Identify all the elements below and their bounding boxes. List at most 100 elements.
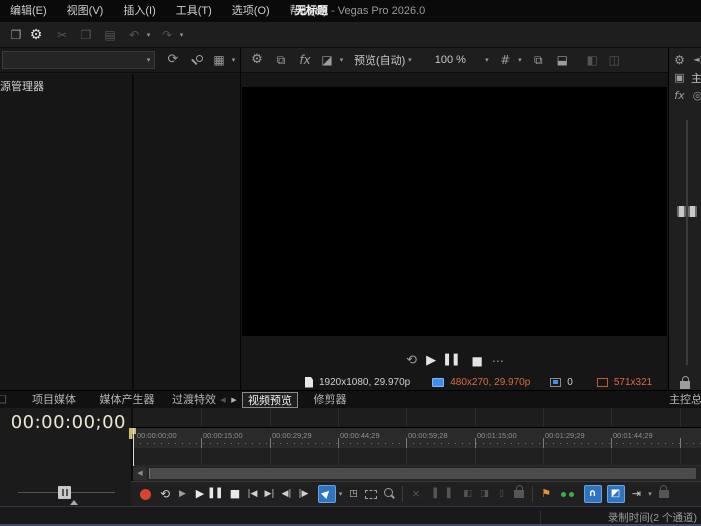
mixer-gear-icon[interactable]: ⚙ [673,52,686,68]
bus-plugin-icon[interactable]: ◎ [691,88,701,104]
multicam-icon[interactable]: ◫ [604,50,624,70]
record-button[interactable] [140,488,151,500]
preview-play-icon[interactable]: ▶ [426,353,436,369]
menu-view[interactable]: 视图(V) [57,0,114,22]
split-button[interactable]: ◧ [459,485,476,503]
marker-bar[interactable] [133,408,701,428]
insert-marker-button[interactable]: ⚑ [537,485,555,503]
event-lock-button[interactable] [514,485,524,503]
split-screen-icon[interactable]: ◪ [317,50,337,70]
scrollbar-thumb[interactable] [149,468,696,479]
play-from-start-button[interactable]: ▶ [174,485,191,503]
video-fx-icon[interactable]: fx [295,50,315,70]
tab-media-generators[interactable]: 媒体产生器 [92,392,162,408]
auto-ripple-dropdown-icon[interactable]: ▾ [646,490,655,498]
split-screen-dropdown-icon[interactable]: ▾ [337,56,346,64]
menu-options[interactable]: 选项(O) [222,0,280,22]
tab-scroll-right-icon[interactable]: ▶ [229,392,239,408]
cut-icon[interactable]: ✂ [52,25,72,45]
delete-button[interactable]: × [407,485,425,503]
stop-button[interactable]: ■ [226,485,244,503]
slide-button[interactable]: ▯ [493,485,510,503]
copy-snapshot-icon[interactable]: ⧉ [528,50,548,70]
loop-playback-icon[interactable]: ◧ [582,50,602,70]
zoom-dropdown-icon[interactable]: ▾ [482,56,491,64]
undo-dropdown-icon[interactable]: ▾ [144,31,153,39]
selection-tool-button[interactable] [365,489,377,499]
edit-cursor-line[interactable] [133,428,134,466]
slip-button[interactable]: ◨ [476,485,493,503]
bus-fx-icon[interactable]: fx [673,88,686,104]
tab-scroll-left-icon[interactable]: ◀ [218,392,228,408]
envelope-tool-button[interactable]: ◩ [606,485,625,503]
view-mode-dropdown-icon[interactable]: ▾ [229,56,238,64]
tree-item-resource-manager[interactable]: 资源管理器 [0,78,44,94]
goto-end-button[interactable]: ▶| [261,485,278,503]
new-window-icon[interactable]: ❐ [6,25,26,45]
view-mode-icon[interactable]: ▦ [209,50,229,70]
lock-icon [514,485,524,498]
edit-tool-dropdown-icon[interactable]: ▾ [336,490,345,498]
address-dropdown-icon[interactable]: ▾ [144,56,153,64]
prev-frame-button[interactable]: ◀| [278,485,295,503]
external-monitor-icon[interactable]: ⧉ [271,50,291,70]
preview-pause-icon[interactable]: ▌▌ [445,353,462,369]
explorer-splitter[interactable] [132,74,134,390]
video-display[interactable] [242,87,667,336]
timeline-area: 00:00:00;00 00:00:00;00 00:00:15;00 00:0… [0,408,701,506]
tab-transitions[interactable]: 过渡特效 [172,392,216,408]
save-snapshot-icon[interactable]: ⬓ [552,50,572,70]
tab-master-bus[interactable]: 主控总线 [669,392,701,408]
menu-insert[interactable]: 插入(I) [113,0,165,22]
trim-end-button[interactable]: ▌ [442,485,459,503]
grid-overlay-dropdown-icon[interactable]: ▾ [515,56,524,64]
redo-icon[interactable]: ↷ [157,25,177,45]
normal-edit-tool-button[interactable]: ▶ [318,485,336,503]
timecode-display[interactable]: 00:00:00;00 [0,412,126,433]
preview-quality-dropdown-icon[interactable]: ▾ [405,56,414,64]
vegas-pro-window: 编辑(E) 视图(V) 插入(I) 工具(T) 选项(O) 帮助(H) 无标题 … [0,0,701,526]
preview-zoom-level[interactable]: 100 % [432,54,468,66]
next-frame-button[interactable]: |▶ [295,485,312,503]
trim-start-button[interactable]: ▐ [425,485,442,503]
volume-fader-track[interactable] [686,120,688,365]
volume-fader-handle[interactable] [677,206,697,217]
preview-settings-gear-icon[interactable]: ⚙ [247,50,267,70]
play-button[interactable]: ▶ [191,485,209,503]
dock-icon: ❏ [0,392,8,408]
mixer-speaker-icon[interactable]: ◄) [691,52,701,68]
tab-video-preview[interactable]: 视频预览 [242,392,298,408]
track-height-handle[interactable] [58,486,71,499]
loop-playback-button[interactable]: ⟲ [156,485,174,503]
address-combobox[interactable]: ▾ [2,51,155,69]
preview-stop-icon[interactable]: ■ [471,353,482,369]
key-icon[interactable] [189,53,203,67]
project-format-text: 1920x1080, 29.970p [319,376,411,388]
loop-play-icon[interactable]: ⟲ [406,353,417,369]
redo-dropdown-icon[interactable]: ▾ [177,31,186,39]
preview-quality-label[interactable]: 预览(自动) [354,52,405,68]
menu-tools[interactable]: 工具(T) [166,0,222,22]
tab-trimmer[interactable]: 修剪器 [308,392,352,408]
zoom-tool-button[interactable] [382,487,396,501]
time-ruler[interactable]: 00:00:00;00 00:00:15;00 00:00:29;29 00:0… [133,428,701,448]
track-area[interactable] [133,448,701,466]
goto-start-button[interactable]: |◀ [244,485,261,503]
tab-project-media[interactable]: 项目媒体 [24,392,84,408]
snap-toggle-button[interactable]: ∩ [583,485,602,503]
track-height-arrow-icon[interactable] [70,500,78,505]
grid-overlay-icon[interactable]: # [495,50,515,70]
undo-icon[interactable]: ↶ [124,25,144,45]
group-tool-button[interactable]: ◳ [345,485,362,503]
menu-edit[interactable]: 编辑(E) [0,0,57,22]
copy-icon[interactable]: ❐ [76,25,96,45]
pause-button[interactable]: ▌▌ [209,485,226,503]
preview-more-icon[interactable]: ⋯ [492,353,504,369]
auto-ripple-button[interactable]: ⇥ [628,485,646,503]
fader-lock[interactable] [680,376,690,390]
lock-envelopes-button[interactable] [658,485,669,503]
scrollbar-left-button[interactable]: ◀ [133,467,147,480]
properties-gear-icon[interactable]: ⚙ [26,25,46,45]
refresh-icon[interactable]: ⟳ [163,50,183,70]
paste-icon[interactable]: ▤ [100,25,120,45]
